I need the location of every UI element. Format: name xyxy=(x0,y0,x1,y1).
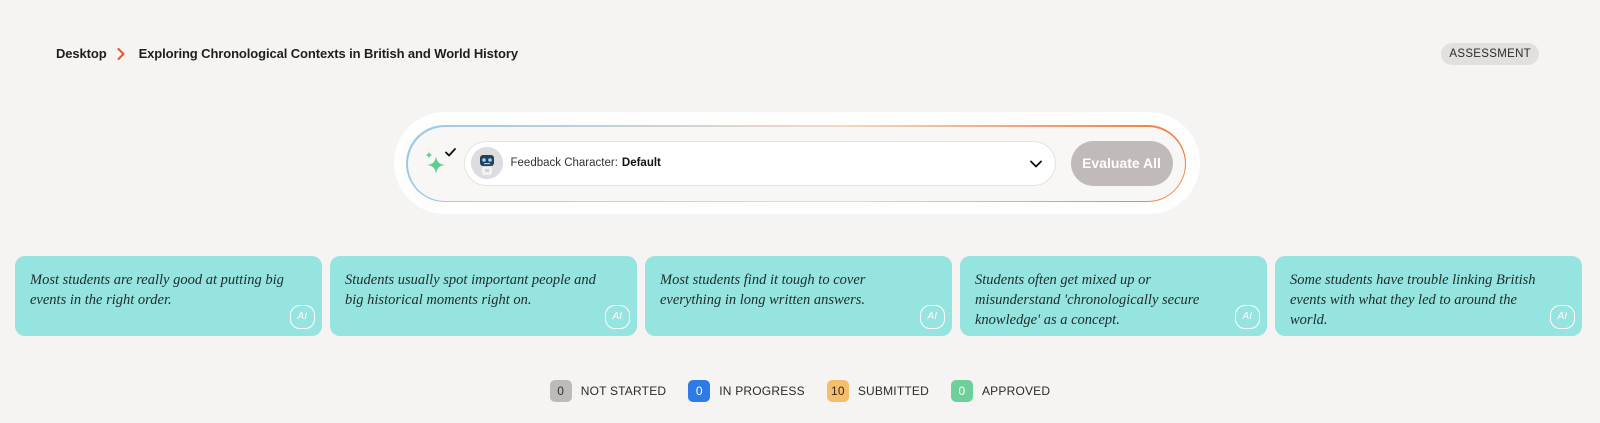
breadcrumb-root-link[interactable]: Desktop xyxy=(56,46,107,61)
insight-card: Students usually spot important people a… xyxy=(330,256,637,336)
ai-tag: AI xyxy=(919,305,945,329)
status-count: 0 xyxy=(549,380,572,402)
status-label: APPROVED xyxy=(981,384,1051,398)
feedback-character-label: Feedback Character: xyxy=(510,157,618,169)
breadcrumb-current: Exploring Chronological Contexts in Brit… xyxy=(138,46,518,61)
insight-card-text: Most students find it tough to cover eve… xyxy=(660,272,866,308)
feedback-character-select[interactable]: Feedback Character: Default xyxy=(463,140,1056,186)
insight-card: Most students find it tough to cover eve… xyxy=(645,256,952,336)
ai-sparkle-check-icon xyxy=(423,147,459,186)
status-label: IN PROGRESS xyxy=(719,384,805,398)
insight-card-text: Some students have trouble linking Briti… xyxy=(1290,272,1536,328)
evaluate-all-button[interactable]: Evaluate All xyxy=(1070,140,1173,186)
ai-tag: AI xyxy=(1234,305,1260,329)
insight-card-text: Students usually spot important people a… xyxy=(345,272,596,308)
ai-tag: AI xyxy=(604,305,630,329)
status-not-started: 0 NOT STARTED xyxy=(549,380,667,402)
insight-card: Students often get mixed up or misunders… xyxy=(960,256,1267,336)
status-in-progress: 0 IN PROGRESS xyxy=(688,380,805,402)
breadcrumb: Desktop Exploring Chronological Contexts… xyxy=(56,46,518,61)
status-count: 0 xyxy=(688,380,711,402)
robot-avatar-icon xyxy=(470,147,503,179)
insight-card-text: Most students are really good at putting… xyxy=(30,272,284,308)
insight-card-text: Students often get mixed up or misunders… xyxy=(975,272,1200,328)
insight-card: Some students have trouble linking Briti… xyxy=(1275,256,1582,336)
ai-tag: AI xyxy=(1549,305,1575,329)
status-count: 10 xyxy=(826,380,849,402)
status-label: SUBMITTED xyxy=(857,384,929,398)
insight-card: Most students are really good at putting… xyxy=(15,256,322,336)
feedback-panel: Feedback Character: Default Evaluate All xyxy=(406,125,1186,202)
status-submitted: 10 SUBMITTED xyxy=(826,380,929,402)
feedback-character-value: Default xyxy=(621,157,661,169)
status-summary: 0 NOT STARTED 0 IN PROGRESS 10 SUBMITTED… xyxy=(0,380,1600,402)
chevron-right-icon xyxy=(117,47,129,61)
assessment-badge: ASSESSMENT xyxy=(1441,43,1539,65)
chevron-down-icon[interactable] xyxy=(1029,157,1043,176)
ai-tag: AI xyxy=(289,305,315,329)
status-approved: 0 APPROVED xyxy=(950,380,1051,402)
status-label: NOT STARTED xyxy=(580,384,667,398)
ai-insight-cards: Most students are really good at putting… xyxy=(15,256,1582,336)
status-count: 0 xyxy=(950,380,973,402)
